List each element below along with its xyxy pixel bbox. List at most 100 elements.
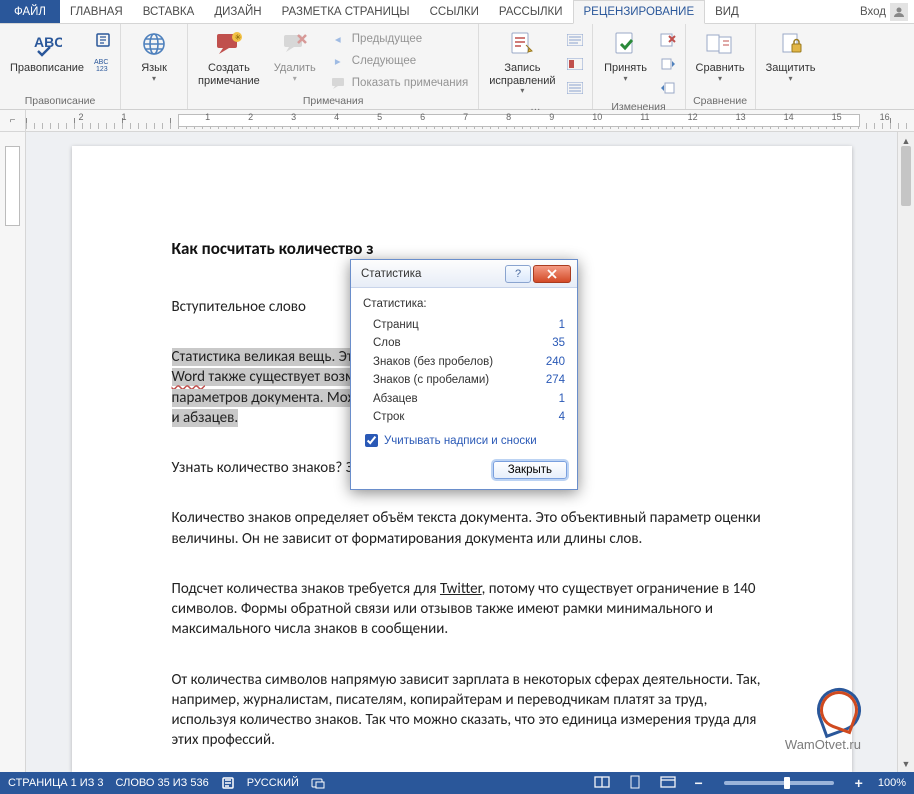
chevron-down-icon: ▾ <box>293 74 297 83</box>
tab-home[interactable]: ГЛАВНАЯ <box>60 0 133 23</box>
tab-page-layout[interactable]: РАЗМЕТКА СТРАНИЦЫ <box>272 0 420 23</box>
tab-review[interactable]: РЕЦЕНЗИРОВАНИЕ <box>573 0 706 24</box>
dialog-checkbox-input[interactable] <box>365 434 378 447</box>
dialog-title: Статистика <box>361 268 503 280</box>
vertical-scrollbar[interactable]: ▲ ▼ <box>897 132 914 772</box>
next-comment-label: Следующее <box>352 55 416 67</box>
group-proofing: ABC Правописание ABC123 Правописание <box>0 24 121 109</box>
new-comment-button[interactable]: ✳ Создать примечание <box>192 26 266 89</box>
prev-icon: ◂ <box>330 32 346 46</box>
prev-change-button[interactable] <box>655 52 681 76</box>
chevron-down-icon: ▾ <box>789 74 793 83</box>
scroll-down-button[interactable]: ▼ <box>898 755 914 772</box>
svg-text:✳: ✳ <box>234 33 241 42</box>
zoom-slider[interactable] <box>724 781 834 785</box>
reject-button[interactable] <box>655 28 681 52</box>
protect-button[interactable]: Защитить ▾ <box>760 26 822 85</box>
tab-view[interactable]: ВИД <box>705 0 749 23</box>
ribbon-tabs: ФАЙЛ ГЛАВНАЯ ВСТАВКА ДИЗАЙН РАЗМЕТКА СТР… <box>0 0 914 24</box>
tab-file[interactable]: ФАЙЛ <box>0 0 60 23</box>
sign-in-label: Вход <box>860 6 886 18</box>
group-comments: ✳ Создать примечание Удалить ▾ ◂ Предыду… <box>188 24 479 109</box>
track-changes-label: Запись исправлений <box>489 62 555 87</box>
dialog-close-button[interactable]: Закрыть <box>493 461 567 479</box>
dialog-stats: Страниц1 Слов35 Знаков (без пробелов)240… <box>373 316 565 426</box>
statistics-dialog[interactable]: Статистика ? Статистика: Страниц1 Слов35… <box>350 259 578 490</box>
chevron-down-icon: ▾ <box>624 74 628 83</box>
status-language[interactable]: РУССКИЙ <box>247 777 299 789</box>
group-protect: Защитить ▾ <box>756 24 826 109</box>
ribbon: ABC Правописание ABC123 Правописание Язы… <box>0 24 914 110</box>
next-change-button[interactable] <box>655 76 681 100</box>
spellcheck-icon: ABC <box>31 28 63 60</box>
zoom-in-button[interactable]: + <box>852 775 866 791</box>
tracking-opt1[interactable] <box>562 28 588 52</box>
view-print-layout[interactable] <box>625 775 645 792</box>
doc-paragraph-5: Подсчет количества знаков требуется для … <box>172 579 768 640</box>
zoom-level[interactable]: 100% <box>878 777 906 789</box>
tab-references[interactable]: ССЫЛКИ <box>420 0 489 23</box>
hruler-scale[interactable]: 21 123456789101112131415161718 <box>26 110 914 131</box>
tab-mailings[interactable]: РАССЫЛКИ <box>489 0 573 23</box>
track-changes-button[interactable]: Запись исправлений ▾ <box>483 26 561 97</box>
watermark-text: WamOtvet.ru <box>785 737 861 752</box>
delete-comment-button[interactable]: Удалить ▾ <box>266 26 324 85</box>
horizontal-ruler[interactable]: ⌐ 21 123456789101112131415161718 <box>0 110 914 132</box>
view-web-layout[interactable] <box>657 776 679 791</box>
tracking-opt2[interactable] <box>562 52 588 76</box>
user-avatar-icon <box>890 3 908 21</box>
status-page[interactable]: СТРАНИЦА 1 ИЗ 3 <box>8 777 104 789</box>
status-word-count[interactable]: СЛОВО 35 ИЗ 536 <box>116 777 209 789</box>
zoom-out-button[interactable]: − <box>691 775 705 791</box>
group-comments-label: Примечания <box>192 94 474 109</box>
chevron-down-icon: ▾ <box>152 74 156 83</box>
tab-design[interactable]: ДИЗАЙН <box>204 0 271 23</box>
watermark-ring-icon <box>811 682 867 738</box>
language-button[interactable]: Язык ▾ <box>125 26 183 85</box>
next-icon: ▸ <box>330 54 346 68</box>
group-tracking: Запись исправлений ▾ … <box>479 24 592 109</box>
compare-icon <box>704 28 736 60</box>
view-read-mode[interactable] <box>591 776 613 791</box>
zoom-knob[interactable] <box>784 777 790 789</box>
stat-row: Знаков (с пробелами)274 <box>373 371 565 389</box>
group-changes: Принять ▾ Изменения <box>593 24 686 109</box>
prev-comment-label: Предыдущее <box>352 33 422 45</box>
status-proofing-icon[interactable] <box>221 776 235 790</box>
show-comments-button[interactable]: Показать примечания <box>324 72 474 94</box>
compare-button[interactable]: Сравнить ▾ <box>690 26 751 85</box>
stat-row: Строк4 <box>373 408 565 426</box>
dialog-checkbox[interactable]: Учитывать надписи и сноски <box>365 434 565 447</box>
tab-insert[interactable]: ВСТАВКА <box>133 0 205 23</box>
dialog-header: Статистика: <box>363 298 565 310</box>
track-changes-icon <box>506 28 538 60</box>
vertical-ruler[interactable] <box>0 132 26 772</box>
new-comment-label: Создать примечание <box>198 62 260 87</box>
dialog-close-x-button[interactable] <box>533 265 571 283</box>
dialog-help-button[interactable]: ? <box>505 265 531 283</box>
sign-in[interactable]: Вход <box>854 0 914 23</box>
chevron-down-icon: ▾ <box>520 86 524 95</box>
next-comment-button[interactable]: ▸ Следующее <box>324 50 474 72</box>
lock-icon <box>775 28 807 60</box>
spelling-button[interactable]: ABC Правописание <box>4 26 90 77</box>
accept-icon <box>610 28 642 60</box>
wordcount-button[interactable]: ABC123 <box>90 52 116 76</box>
doc-paragraph-4: Количество знаков определяет объём текст… <box>172 508 768 549</box>
link-twitter[interactable]: Twitter <box>440 580 482 598</box>
dialog-checkbox-label: Учитывать надписи и сноски <box>384 435 537 447</box>
chevron-down-icon: ▾ <box>718 74 722 83</box>
prev-comment-button[interactable]: ◂ Предыдущее <box>324 28 474 50</box>
group-language: Язык ▾ <box>121 24 188 109</box>
proofing-mini-stack: ABC123 <box>90 26 116 76</box>
delete-comment-icon <box>279 28 311 60</box>
dialog-titlebar[interactable]: Статистика ? <box>351 260 577 288</box>
accept-button[interactable]: Принять ▾ <box>597 26 655 85</box>
stat-row: Страниц1 <box>373 316 565 334</box>
tracking-opt3[interactable] <box>562 76 588 100</box>
thesaurus-button[interactable] <box>90 28 116 52</box>
scroll-thumb[interactable] <box>901 146 911 206</box>
group-compare: Сравнить ▾ Сравнение <box>686 24 756 109</box>
watermark-logo: WamOtvet.ru <box>785 688 861 752</box>
status-insert-icon[interactable] <box>311 777 325 789</box>
